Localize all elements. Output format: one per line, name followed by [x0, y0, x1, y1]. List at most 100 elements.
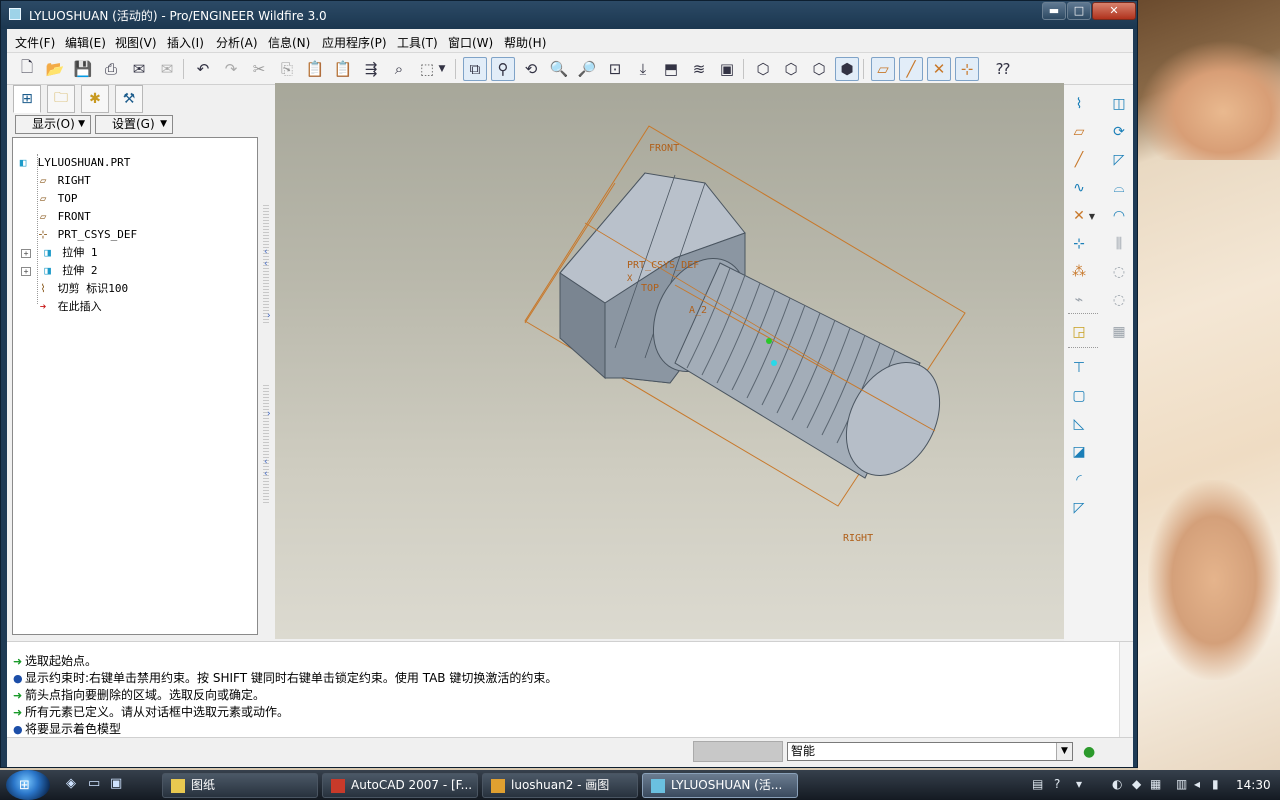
draft-tool-icon[interactable]: ◪ [1068, 441, 1090, 463]
context-help-icon[interactable]: ⁇ [991, 57, 1015, 81]
expand-arrow-icon[interactable]: › [267, 311, 271, 321]
shell-tool-icon[interactable]: ▢ [1068, 385, 1090, 407]
print-icon[interactable]: ⎙ [99, 57, 123, 81]
tree-item-front[interactable]: ▱ FRONT [35, 208, 91, 226]
send-mail-icon[interactable]: ✉ [127, 57, 151, 81]
tree-item-top[interactable]: ▱ TOP [35, 190, 78, 208]
minimize-button[interactable]: ▬ [1042, 2, 1066, 20]
analysis-feature-icon[interactable]: ⁂ [1068, 261, 1090, 283]
tray-network-icon[interactable]: ▥ [1176, 777, 1187, 791]
undo-icon[interactable]: ↶ [191, 57, 215, 81]
merge-tool-icon[interactable]: ◌ [1108, 261, 1130, 283]
extrude-tool-icon[interactable]: ◫ [1108, 93, 1130, 115]
quicklaunch-ie-icon[interactable]: ◈ [66, 776, 76, 791]
model-tree-tab[interactable]: ⊞ [13, 85, 41, 113]
datum-points-toggle-icon[interactable]: ✕ [927, 57, 951, 81]
menu-insert[interactable]: 插入(I) [167, 34, 204, 51]
paste-special-icon[interactable]: 📋 [331, 57, 355, 81]
tree-settings-dropdown[interactable]: 设置(G) ▼ [95, 115, 173, 134]
orient-mode-icon[interactable]: ⟲ [519, 57, 543, 81]
find-icon[interactable]: ⌕ [387, 57, 411, 81]
copy-icon[interactable]: ⎘ [275, 57, 299, 81]
wireframe-icon[interactable]: ⬡ [751, 57, 775, 81]
intersect-tool-icon[interactable]: ◌ [1108, 289, 1130, 311]
regenerate-icon[interactable]: ⇶ [359, 57, 383, 81]
menu-analysis[interactable]: 分析(A) [216, 34, 258, 51]
constraint-point[interactable] [766, 338, 772, 344]
start-button[interactable]: ⊞ [6, 770, 50, 800]
redo-icon[interactable]: ↷ [219, 57, 243, 81]
style-tool-icon[interactable]: ◠ [1108, 205, 1130, 227]
maximize-button[interactable]: □ [1067, 2, 1091, 20]
tree-item-cut[interactable]: ⌇ 切剪 标识100 [35, 280, 128, 298]
taskbar-item-paint[interactable]: luoshuan2 - 画图 [482, 773, 638, 798]
round-tool-icon[interactable]: ◜ [1068, 469, 1090, 491]
send-link-icon[interactable]: ✉ [155, 57, 179, 81]
collapse-arrow-icon[interactable]: ‹ [264, 247, 268, 257]
menu-help[interactable]: 帮助(H) [504, 34, 546, 51]
menu-edit[interactable]: 编辑(E) [65, 34, 106, 51]
menu-applications[interactable]: 应用程序(P) [322, 34, 387, 51]
save-icon[interactable]: 💾 [71, 57, 95, 81]
csys-tool-icon[interactable]: ⊹ [1068, 233, 1090, 255]
tray-help-icon[interactable]: ? [1054, 777, 1060, 791]
title-bar[interactable]: LYLUOSHUAN (活动的) - Pro/ENGINEER Wildfire… [1, 1, 1137, 29]
constraint-point[interactable] [771, 360, 777, 366]
reorient-icon[interactable]: ⤓ [631, 57, 655, 81]
datum-planes-toggle-icon[interactable]: ▱ [871, 57, 895, 81]
hole-tool-icon[interactable]: ⊤ [1068, 357, 1090, 379]
sketch-tool-icon[interactable]: ◲ [1068, 321, 1090, 343]
tree-item-csys[interactable]: ⊹ PRT_CSYS_DEF [35, 226, 137, 244]
rib-tool-icon[interactable]: ◺ [1068, 413, 1090, 435]
tray-app-icon[interactable]: ◆ [1132, 777, 1141, 791]
tree-show-dropdown[interactable]: 显示(O) ▼ [15, 115, 91, 134]
paste-icon[interactable]: 📋 [303, 57, 327, 81]
saved-views-icon[interactable]: ⬒ [659, 57, 683, 81]
close-button[interactable]: ✕ [1092, 2, 1136, 20]
expand-toggle[interactable]: + [21, 249, 31, 258]
panel-splitter[interactable]: ‹ ‹ › › ‹ ‹ [261, 85, 273, 665]
favorites-tab[interactable]: ✱ [81, 85, 109, 113]
tree-item-extrude-1[interactable]: + ◨ 拉伸 1 [21, 244, 98, 262]
chevron-down-icon[interactable]: ▼ [435, 57, 449, 81]
menu-window[interactable]: 窗口(W) [448, 34, 493, 51]
no-hidden-icon[interactable]: ⬡ [807, 57, 831, 81]
zoom-out-icon[interactable]: 🔎 [575, 57, 599, 81]
quicklaunch-desktop-icon[interactable]: ▭ [88, 776, 100, 791]
spin-center-icon[interactable]: ⚲ [491, 57, 515, 81]
tray-volume-icon[interactable]: ◂ [1194, 777, 1200, 791]
view-manager-icon[interactable]: ▣ [715, 57, 739, 81]
trim-tool-icon[interactable]: ⌁ [1068, 289, 1090, 311]
tree-item-part[interactable]: ◧ LYLUOSHUAN.PRT [15, 154, 131, 172]
datum-axes-toggle-icon[interactable]: ╱ [899, 57, 923, 81]
collapse-arrow-icon[interactable]: ‹ [264, 469, 268, 479]
chamfer-tool-icon[interactable]: ◸ [1068, 497, 1090, 519]
collapse-arrow-icon[interactable]: ‹ [264, 259, 268, 269]
connections-tab[interactable]: ⚒ [115, 85, 143, 113]
menu-view[interactable]: 视图(V) [115, 34, 157, 51]
zoom-in-icon[interactable]: 🔍 [547, 57, 571, 81]
tray-app-icon[interactable]: ▦ [1150, 777, 1161, 791]
tray-power-icon[interactable]: ▮ [1212, 777, 1219, 791]
tray-language-icon[interactable]: ▤ [1032, 777, 1043, 791]
collapse-arrow-icon[interactable]: ‹ [264, 457, 268, 467]
layers-icon[interactable]: ≋ [687, 57, 711, 81]
folder-browser-tab[interactable]: 🗀 [47, 85, 75, 113]
menu-tools[interactable]: 工具(T) [397, 34, 438, 51]
message-scrollbar[interactable] [1119, 642, 1133, 738]
quicklaunch-switch-icon[interactable]: ▣ [110, 776, 122, 791]
tray-options-icon[interactable]: ▾ [1076, 777, 1082, 791]
tree-item-extrude-2[interactable]: + ◨ 拉伸 2 [21, 262, 98, 280]
chevron-down-icon[interactable]: ▼ [1086, 205, 1098, 227]
menu-info[interactable]: 信息(N) [268, 34, 310, 51]
chevron-down-icon[interactable]: ▼ [1056, 743, 1072, 760]
plane-tool-icon[interactable]: ▱ [1068, 121, 1090, 143]
refit-icon[interactable]: ⊡ [603, 57, 627, 81]
graphics-window[interactable]: FRONT RIGHT PRT_CSYS_DEF TOP A_2 X [275, 83, 1064, 639]
open-folder-icon[interactable]: 📂 [43, 57, 67, 81]
revolve-tool-icon[interactable]: ⟳ [1108, 121, 1130, 143]
boundary-blend-icon[interactable]: ⌓ [1108, 177, 1130, 199]
cut-icon[interactable]: ✂ [247, 57, 271, 81]
new-file-icon[interactable]: 🗋 [15, 57, 39, 81]
taskbar-item-proe[interactable]: LYLUOSHUAN (活... [642, 773, 798, 798]
